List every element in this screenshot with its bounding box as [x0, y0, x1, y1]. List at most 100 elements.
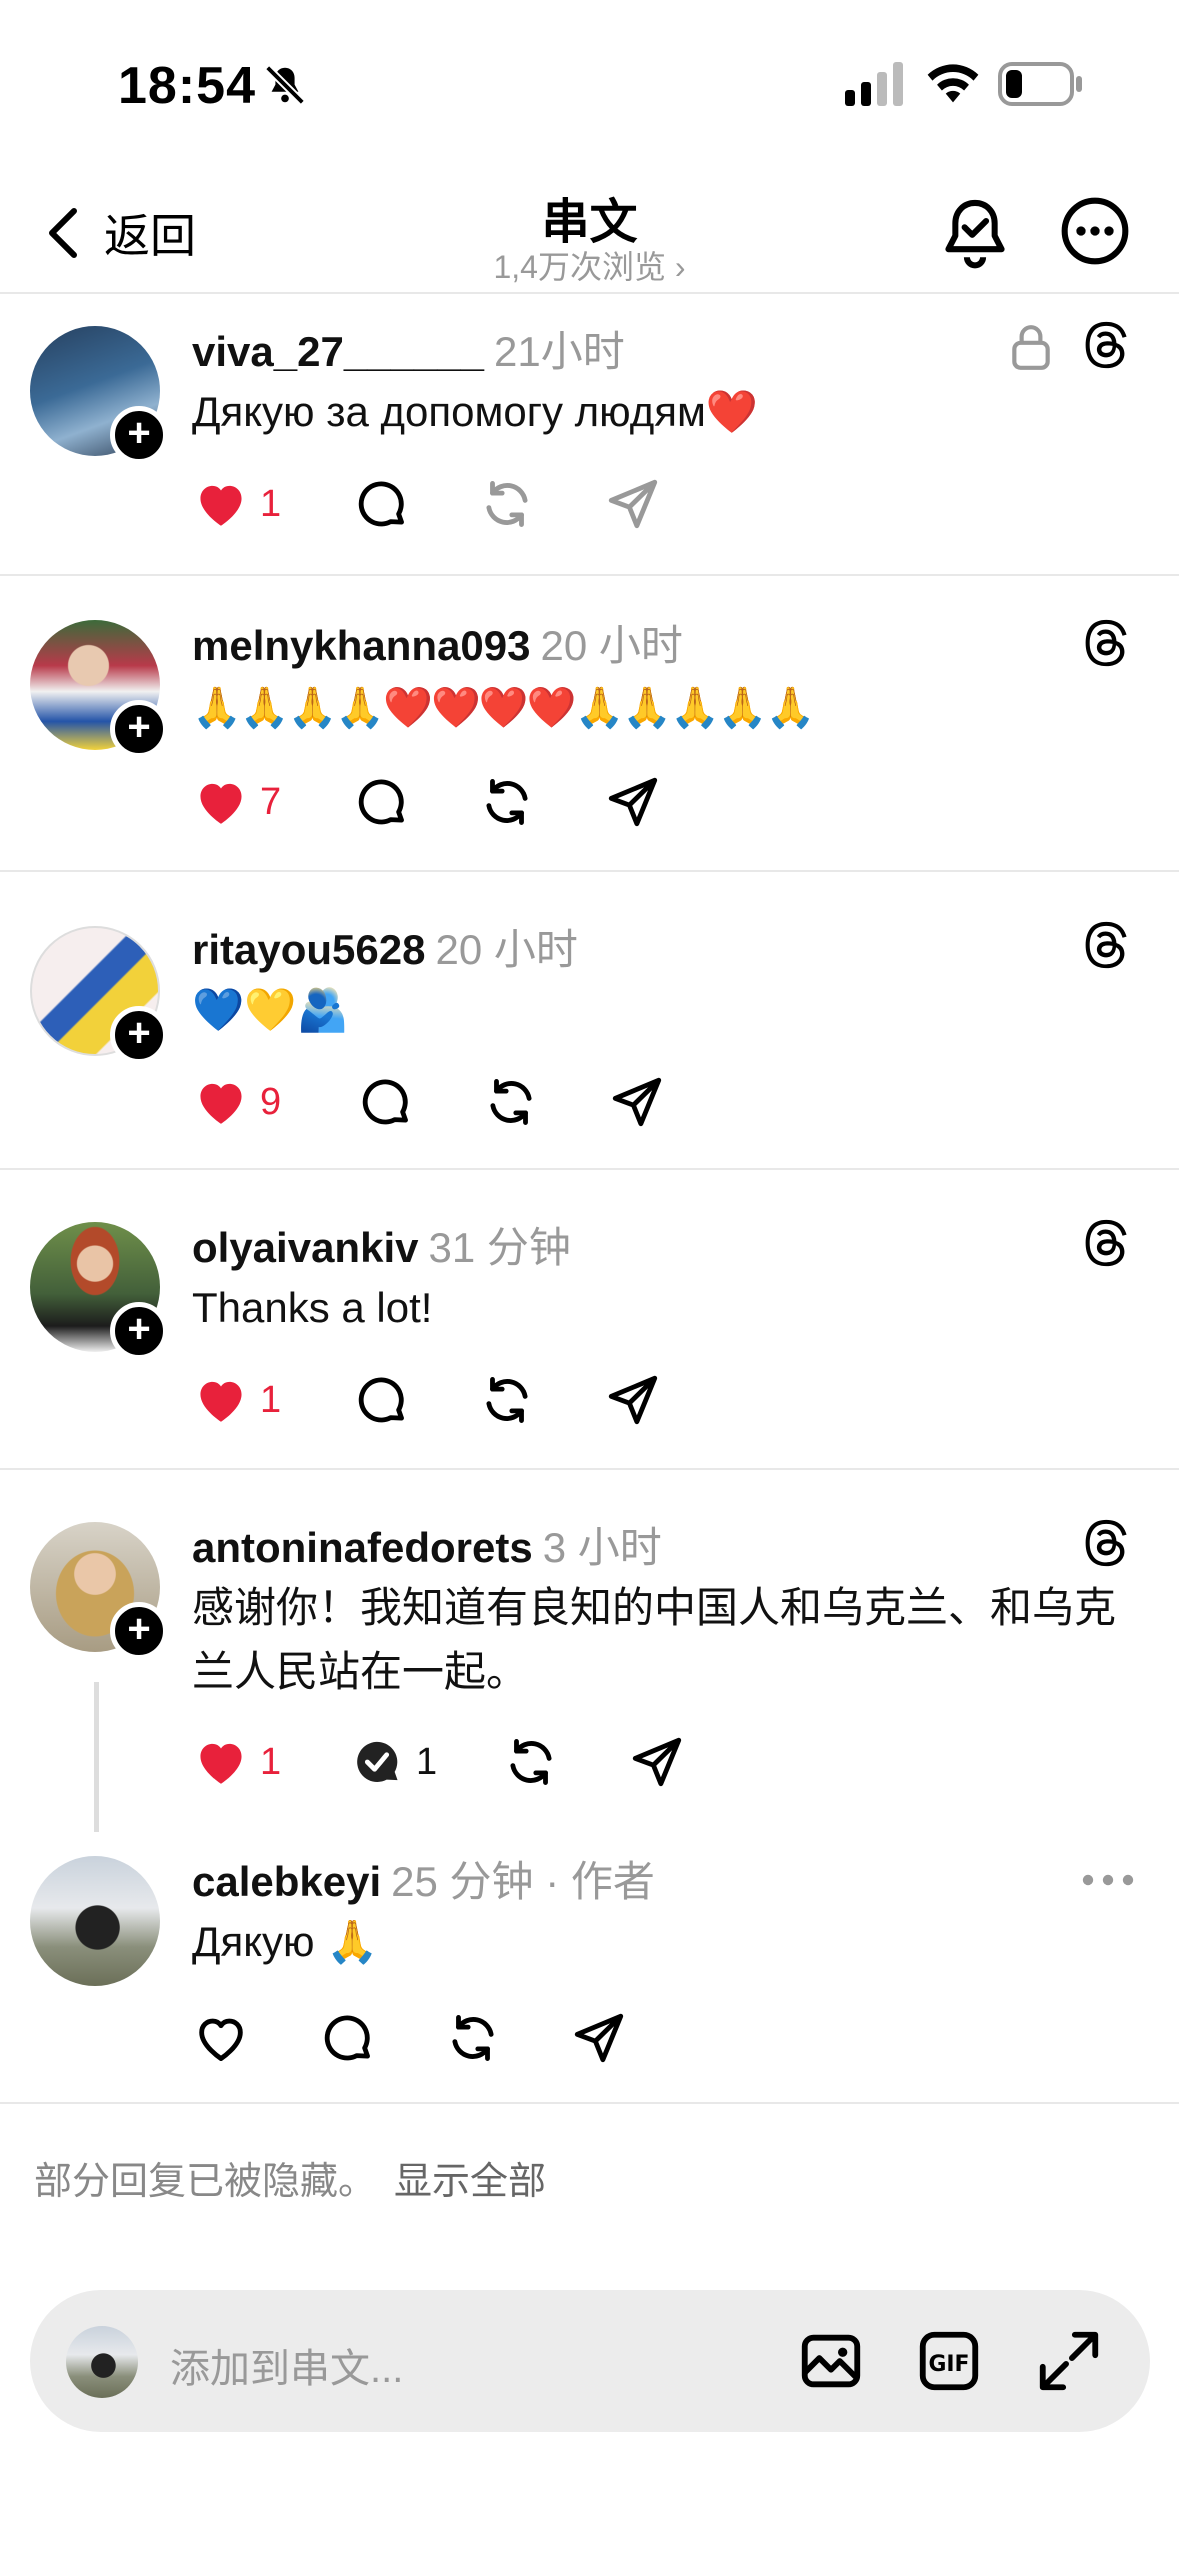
send-icon [608, 1375, 658, 1425]
share-button[interactable] [570, 2008, 628, 2068]
comment-checked-icon [357, 1741, 398, 1782]
post-text: 🙏🙏🙏🙏❤️❤️❤️❤️🙏🙏🙏🙏🙏 [192, 686, 815, 730]
follow-plus-button[interactable]: + [110, 1006, 168, 1064]
like-button[interactable]: 9 [192, 1072, 356, 1132]
like-count: 1 [260, 482, 282, 525]
expand-icon[interactable] [1034, 2326, 1104, 2396]
username-link[interactable]: melnykhanna093 [192, 622, 531, 669]
username-link[interactable]: viva_27______ [192, 328, 484, 375]
heart-filled-icon [200, 485, 242, 526]
repost-icon [490, 1079, 532, 1125]
more-options-icon[interactable] [1060, 196, 1130, 266]
repost-icon [452, 2015, 494, 2061]
post-text: 💙💛🫂 [192, 986, 349, 1033]
repost-button[interactable] [478, 1370, 604, 1430]
post-time: 31 分钟 [428, 1224, 571, 1271]
comment-icon [362, 1079, 408, 1125]
reply-post: + olyaivankiv 31 分钟 Thanks a lot! 1 [0, 1170, 1179, 1470]
show-all-link[interactable]: 显示全部 [394, 2161, 546, 2203]
threads-logo-icon[interactable] [1080, 1516, 1134, 1570]
reply-button[interactable] [318, 2008, 444, 2068]
composer-input[interactable]: 添加到串文... [170, 2336, 403, 2394]
threads-logo-icon[interactable] [1080, 318, 1134, 372]
reply-button[interactable]: 1 [348, 1732, 502, 1792]
notification-bell-icon[interactable] [940, 196, 1010, 270]
send-icon [612, 1077, 662, 1127]
repost-button[interactable] [444, 2008, 570, 2068]
post-time: 20 小时 [435, 926, 578, 973]
repost-button[interactable] [478, 772, 604, 832]
like-count: 1 [260, 1740, 282, 1783]
comment-icon [358, 481, 404, 527]
wifi-icon [927, 64, 979, 103]
reply-post: + ritayou5628 20 小时 💙💛🫂 9 [0, 872, 1179, 1170]
thread-header: 返回 串文 1,4万次浏览 › [0, 170, 1179, 294]
follow-plus-button[interactable]: + [110, 1302, 168, 1360]
reply-post: + melnykhanna093 20 小时 🙏🙏🙏🙏❤️❤️❤️❤️🙏🙏🙏🙏🙏 … [0, 576, 1179, 872]
share-button[interactable] [604, 474, 662, 534]
author-avatar[interactable] [30, 1856, 160, 1986]
post-time: 21小时 [493, 328, 625, 375]
like-button[interactable]: 1 [192, 1732, 348, 1792]
like-button[interactable]: 1 [192, 474, 352, 534]
username-link[interactable]: calebkeyi [192, 1858, 381, 1905]
post-text: Дякую 🙏 [192, 1918, 379, 1965]
like-count: 9 [260, 1080, 282, 1123]
cellular-signal-icon [845, 62, 903, 106]
follow-plus-button[interactable]: + [110, 1602, 168, 1660]
follow-plus-button[interactable]: + [110, 700, 168, 758]
like-count: 7 [260, 780, 282, 823]
send-icon [574, 2013, 624, 2063]
post-text: Дякую за допомогу людям❤️ [192, 388, 759, 435]
threads-logo-icon[interactable] [1080, 918, 1134, 972]
repost-button[interactable] [478, 474, 604, 534]
comment-icon [324, 2015, 370, 2061]
bell-slash-icon [265, 65, 305, 105]
reply-button[interactable] [356, 1072, 482, 1132]
repost-icon [486, 779, 528, 825]
gif-icon[interactable]: GIF [914, 2326, 984, 2396]
send-icon [632, 1737, 682, 1787]
repost-icon [510, 1739, 552, 1785]
image-icon[interactable] [796, 2326, 866, 2396]
comment-icon [358, 779, 404, 825]
follow-plus-button[interactable]: + [110, 406, 168, 464]
svg-text:GIF: GIF [928, 2352, 969, 2377]
like-button[interactable]: 7 [192, 772, 352, 832]
heart-filled-icon [200, 1083, 242, 1124]
reply-count: 1 [416, 1740, 438, 1783]
like-button[interactable] [192, 2008, 318, 2068]
threads-logo-icon[interactable] [1080, 616, 1134, 670]
reply-button[interactable] [352, 474, 478, 534]
share-button[interactable] [604, 1370, 662, 1430]
reply-thread: + antoninafedorets 3 小时 感谢你！我知道有良知的中国人和乌克… [0, 1470, 1179, 2104]
username-link[interactable]: ritayou5628 [192, 926, 425, 973]
my-avatar [66, 2326, 138, 2398]
heart-filled-icon [200, 1381, 242, 1422]
heart-filled-icon [200, 1743, 242, 1784]
repost-button[interactable] [482, 1072, 608, 1132]
share-button[interactable] [604, 772, 662, 832]
reply-button[interactable] [352, 1370, 478, 1430]
post-time: 25 分钟 · 作者 [391, 1858, 655, 1905]
more-dots-icon[interactable] [1080, 1870, 1136, 1890]
username-link[interactable]: olyaivankiv [192, 1224, 418, 1271]
thread-connector-line [94, 1682, 99, 1832]
like-count: 1 [260, 1378, 282, 1421]
comment-icon [358, 1377, 404, 1423]
post-time: 20 小时 [540, 622, 683, 669]
username-link[interactable]: antoninafedorets [192, 1524, 533, 1571]
battery-icon [998, 62, 1082, 106]
reply-button[interactable] [352, 772, 478, 832]
hidden-replies-text: 部分回复已被隐藏。 [34, 2161, 377, 2203]
repost-button[interactable] [502, 1732, 628, 1792]
threads-logo-icon[interactable] [1080, 1216, 1134, 1270]
repost-icon [486, 1377, 528, 1423]
share-button[interactable] [608, 1072, 666, 1132]
send-icon [608, 479, 658, 529]
like-button[interactable]: 1 [192, 1370, 352, 1430]
reply-composer[interactable]: 添加到串文... GIF [30, 2290, 1150, 2432]
reply-post: + viva_27______ 21小时 Дякую за допомогу лю… [0, 296, 1179, 576]
share-button[interactable] [628, 1732, 686, 1792]
send-icon [608, 777, 658, 827]
